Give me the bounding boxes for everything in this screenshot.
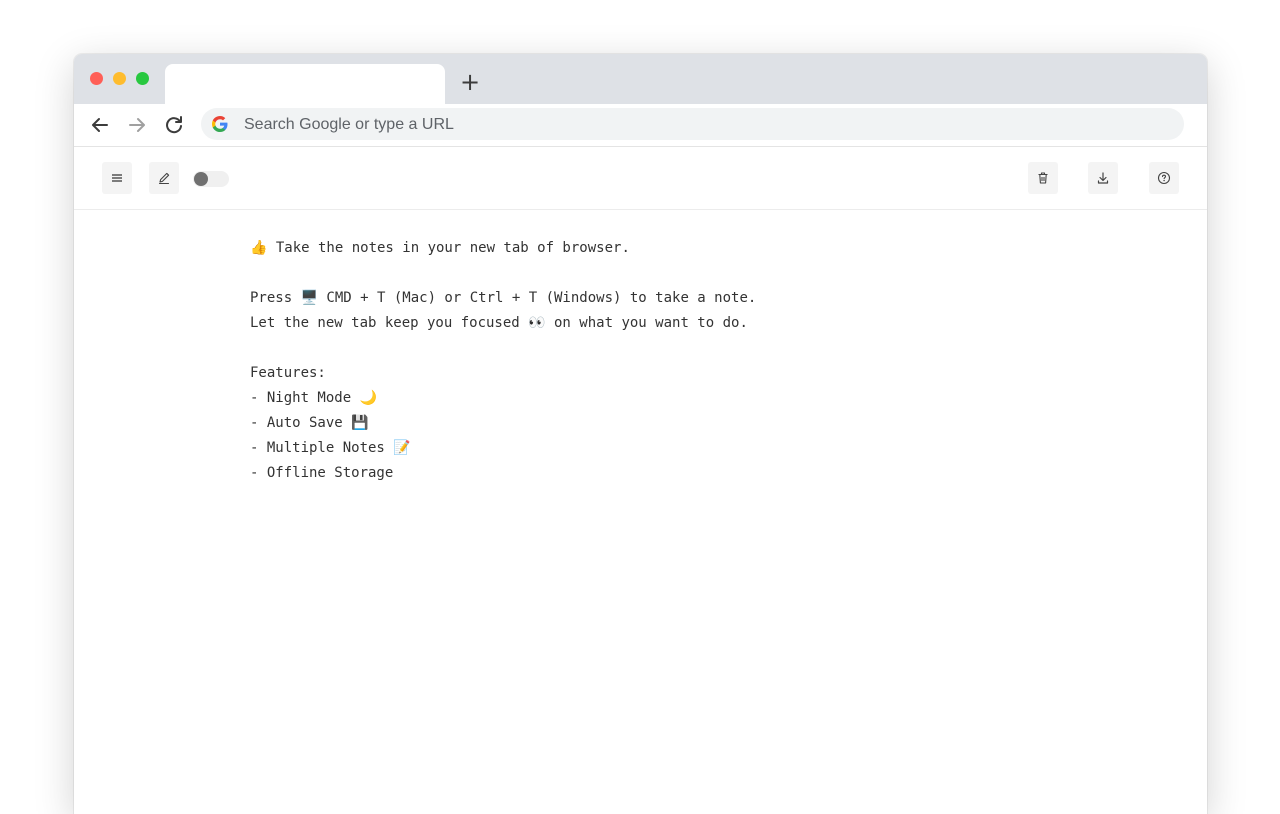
back-button[interactable] (87, 112, 113, 138)
new-tab-button[interactable]: + (458, 70, 482, 94)
night-mode-toggle[interactable] (193, 171, 229, 187)
note-line: - Multiple Notes 📝 (250, 436, 1150, 461)
tab-strip: + (74, 54, 1207, 104)
note-line: - Night Mode 🌙 (250, 386, 1150, 411)
note-editor[interactable]: 👍 Take the notes in your new tab of brow… (250, 236, 1150, 486)
menu-icon (109, 170, 125, 186)
help-button[interactable] (1149, 162, 1179, 194)
help-icon (1156, 170, 1172, 186)
trash-icon (1035, 170, 1051, 186)
note-line: - Offline Storage (250, 461, 1150, 486)
note-line: Features: (250, 361, 1150, 386)
note-line: 👍 Take the notes in your new tab of brow… (250, 236, 1150, 261)
download-icon (1095, 170, 1111, 186)
reload-button[interactable] (161, 112, 187, 138)
maximize-window-button[interactable] (136, 72, 149, 85)
active-tab[interactable] (165, 64, 445, 104)
notes-toolbar (74, 147, 1207, 210)
browser-window: + Search Google or type (74, 54, 1207, 814)
note-line: Press 🖥️ CMD + T (Mac) or Ctrl + T (Wind… (250, 286, 1150, 311)
download-button[interactable] (1088, 162, 1118, 194)
browser-toolbar: Search Google or type a URL (74, 104, 1207, 147)
google-g-icon (211, 115, 229, 133)
note-line (250, 336, 1150, 361)
omnibox[interactable]: Search Google or type a URL (201, 108, 1184, 140)
note-line: Let the new tab keep you focused 👀 on wh… (250, 311, 1150, 336)
reload-icon (161, 112, 187, 138)
back-arrow-icon (87, 112, 113, 138)
edit-icon (156, 170, 172, 186)
note-line (250, 261, 1150, 286)
edit-button[interactable] (149, 162, 179, 194)
forward-arrow-icon (124, 112, 150, 138)
menu-button[interactable] (102, 162, 132, 194)
toggle-knob (194, 172, 208, 186)
delete-button[interactable] (1028, 162, 1058, 194)
omnibox-placeholder: Search Google or type a URL (244, 116, 454, 134)
note-line: - Auto Save 💾 (250, 411, 1150, 436)
forward-button[interactable] (124, 112, 150, 138)
minimize-window-button[interactable] (113, 72, 126, 85)
close-window-button[interactable] (90, 72, 103, 85)
